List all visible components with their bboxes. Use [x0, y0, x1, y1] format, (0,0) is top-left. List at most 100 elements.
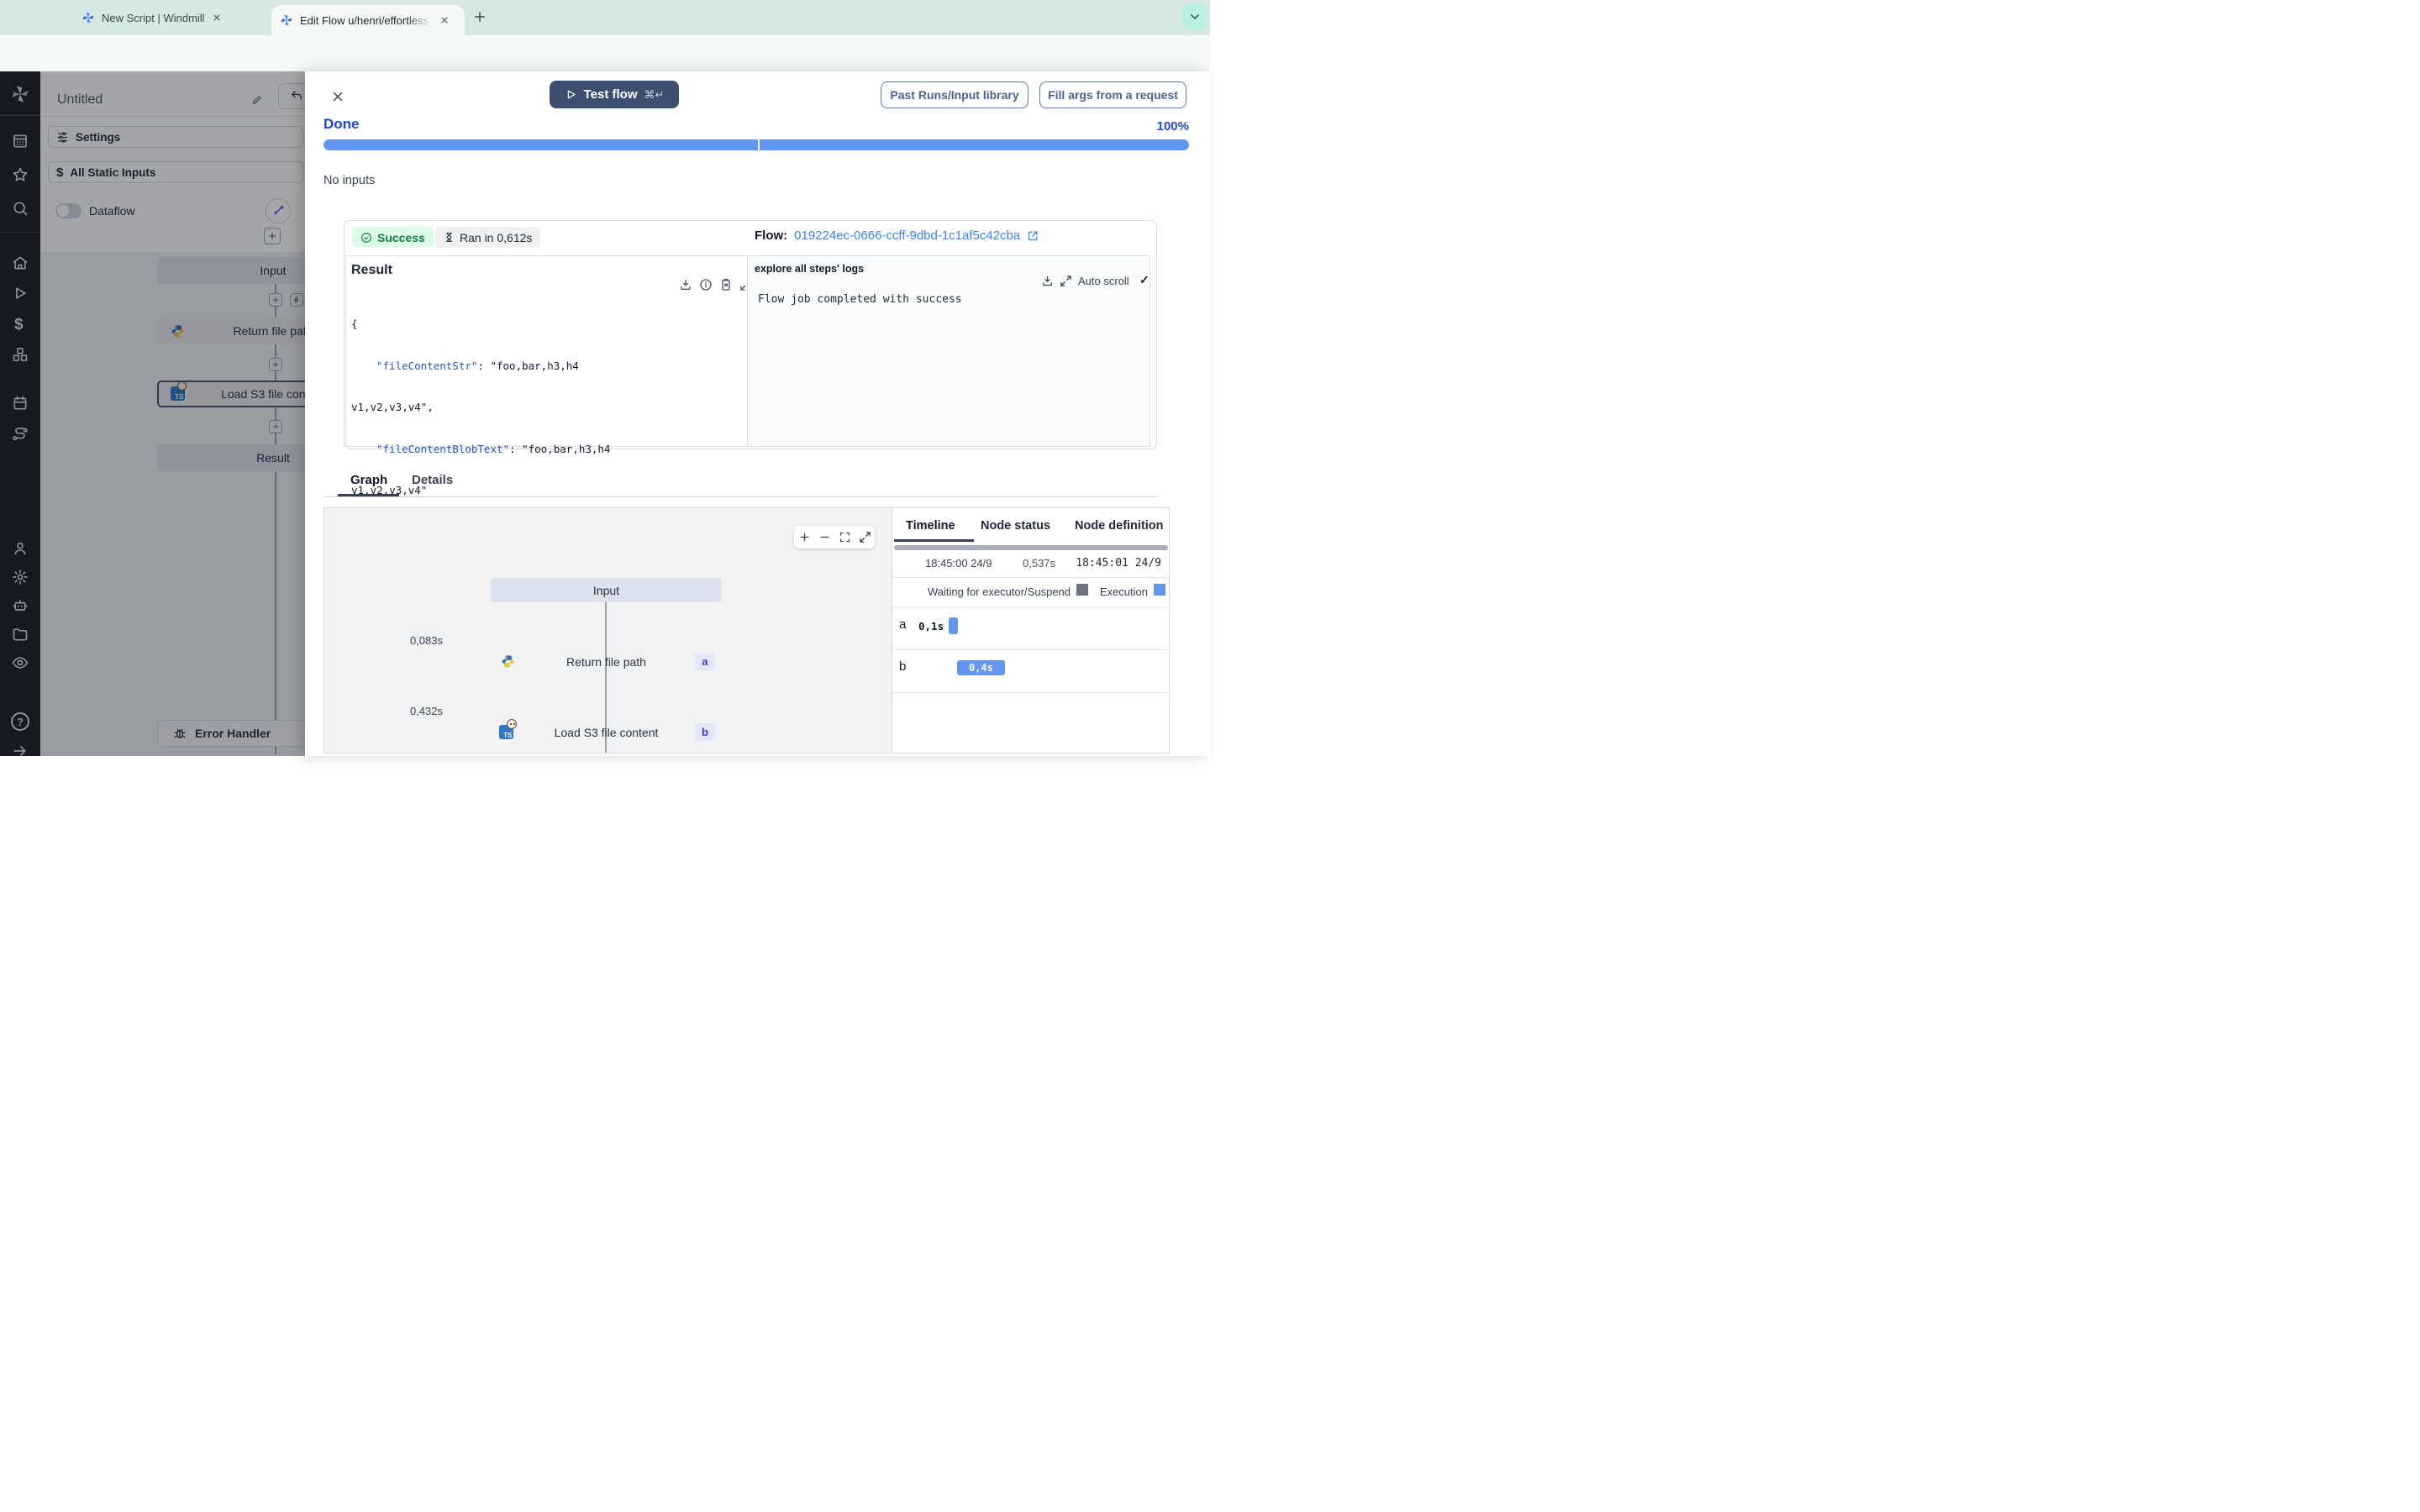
row-label: a — [899, 617, 907, 632]
typescript-icon: TS — [499, 719, 517, 739]
browser-tab-active[interactable]: Edit Flow u/henri/effortless_fl — [271, 5, 465, 35]
result-title: Result — [351, 263, 392, 277]
timeline-end-time: 18:45:01 24/9 — [1076, 557, 1161, 570]
settings-gear-icon[interactable] — [12, 569, 29, 585]
timeline-scrollbar[interactable] — [894, 545, 1168, 550]
button-label: Past Runs/Input library — [890, 88, 1019, 102]
schedules-calendar-icon[interactable] — [12, 395, 29, 412]
graph-node-input[interactable]: Input — [491, 578, 722, 602]
json-line: { — [351, 318, 358, 330]
copy-clipboard-icon[interactable] — [719, 278, 733, 291]
favorites-star-icon[interactable] — [12, 166, 29, 183]
browser-tab-strip: New Script | Windmill Edit Flow u/henri/… — [0, 0, 1210, 35]
routes-icon[interactable] — [12, 426, 29, 443]
collapse-arrow-icon[interactable] — [12, 743, 29, 759]
rail-divider — [0, 232, 40, 233]
download-logs-icon[interactable] — [1041, 275, 1054, 287]
row-label: b — [899, 659, 907, 674]
tab-timeline[interactable]: Timeline — [906, 519, 955, 533]
result-panes: Result { "fileContentStr": "foo,bar,h3,h… — [345, 255, 1150, 538]
row-divider — [892, 577, 1169, 578]
expand-logs-icon[interactable] — [1060, 275, 1072, 287]
badge-label: Ran in 0,612s — [460, 230, 533, 244]
tab-search-button[interactable] — [1181, 3, 1207, 29]
timeline-total-duration: 0,537s — [1023, 557, 1056, 570]
folders-icon[interactable] — [12, 626, 29, 643]
fill-args-button[interactable]: Fill args from a request — [1039, 81, 1186, 108]
badge-label: Success — [377, 230, 425, 244]
flow-id-row: Flow: 019224ec-0666-ccff-9dbd-1c1af5c42c… — [755, 228, 1039, 243]
run-status-text: Done — [324, 116, 360, 132]
flow-label: Flow: — [755, 228, 788, 243]
browser-tab-inactive[interactable]: New Script | Windmill — [73, 0, 266, 35]
play-icon — [567, 90, 576, 99]
python-icon — [502, 655, 514, 668]
info-icon[interactable] — [699, 278, 713, 291]
graph-node-step-a[interactable]: Return file path a — [491, 649, 722, 674]
chevron-down-icon — [1190, 13, 1199, 19]
rail-divider — [0, 115, 40, 116]
autoscroll-check-icon[interactable]: ✓ — [1139, 273, 1150, 287]
bun-icon — [507, 719, 517, 729]
run-graph-section: Input 0,083s Return file path a 0,432s T… — [324, 507, 1170, 753]
step-b-badge: b — [695, 723, 715, 741]
workers-robot-icon[interactable] — [12, 597, 29, 614]
search-icon[interactable] — [12, 200, 29, 217]
node-label: Return file path — [566, 654, 646, 669]
row-duration: 0,1s — [918, 620, 944, 633]
legend-waiting-swatch — [1076, 584, 1088, 596]
fit-view-icon[interactable] — [839, 531, 851, 543]
audit-eye-icon[interactable] — [12, 654, 29, 671]
external-link-icon[interactable] — [1027, 229, 1039, 242]
logs-title: explore all steps' logs — [755, 263, 865, 275]
zoom-out-icon[interactable] — [818, 531, 831, 543]
past-runs-button[interactable]: Past Runs/Input library — [881, 81, 1028, 108]
node-label: Input — [592, 583, 620, 597]
json-line: "fileContentBlobText": "foo,bar,h3,h4 — [376, 442, 611, 455]
step-b-duration: 0,432s — [409, 705, 443, 717]
tab-graph[interactable]: Graph — [350, 473, 387, 487]
users-person-icon[interactable] — [12, 540, 29, 557]
duration-badge: Ran in 0,612s — [435, 227, 541, 248]
test-flow-button[interactable]: Test flow ⌘↵ — [550, 81, 679, 108]
row-divider — [892, 649, 1169, 650]
flow-id-link[interactable]: 019224ec-0666-ccff-9dbd-1c1af5c42cba — [794, 228, 1020, 243]
resources-cubes-icon[interactable] — [12, 346, 29, 363]
shortcut-hint: ⌘↵ — [644, 87, 665, 101]
help-icon[interactable]: ? — [11, 712, 29, 731]
close-drawer-icon[interactable] — [330, 89, 345, 104]
progress-step-divider — [758, 139, 760, 150]
tab-close-icon[interactable] — [439, 15, 450, 25]
home-icon[interactable] — [12, 255, 29, 271]
run-graph-canvas[interactable]: Input 0,083s Return file path a 0,432s T… — [324, 508, 892, 753]
button-label: Fill args from a request — [1048, 88, 1178, 102]
legend-execution-swatch — [1154, 584, 1165, 596]
zoom-in-icon[interactable] — [798, 531, 811, 543]
graph-node-step-b[interactable]: TS Load S3 file content b — [491, 719, 722, 744]
tab-title: Edit Flow u/henri/effortless_fl — [300, 13, 433, 27]
result-card: Success Ran in 0,612s Flow: 019224ec-066… — [344, 220, 1157, 538]
result-pane: Result { "fileContentStr": "foo,bar,h3,h… — [346, 256, 752, 538]
active-tab-underline — [894, 539, 974, 542]
modal-dim-overlay[interactable] — [40, 71, 305, 756]
download-icon[interactable] — [679, 278, 692, 291]
execution-bar-a — [949, 617, 958, 634]
runs-play-icon[interactable] — [12, 285, 29, 302]
tab-node-definition[interactable]: Node definition — [1075, 519, 1164, 533]
fullscreen-icon[interactable] — [859, 531, 871, 543]
tab-close-icon[interactable] — [212, 13, 222, 23]
tab-details[interactable]: Details — [412, 473, 453, 487]
tab-baseline — [324, 496, 1158, 497]
autoscroll-label[interactable]: Auto scroll — [1078, 275, 1129, 287]
execution-bar-b: 0,4s — [957, 660, 1005, 675]
workspace-icon[interactable] — [12, 133, 29, 150]
log-output-text: Flow job completed with success — [758, 293, 962, 306]
variables-dollar-icon[interactable]: $ — [14, 316, 24, 334]
test-flow-drawer: Test flow ⌘↵ Past Runs/Input library Fil… — [305, 71, 1210, 756]
row-divider — [892, 692, 1169, 693]
run-progress-bar — [324, 139, 1189, 150]
new-tab-icon[interactable] — [472, 9, 487, 24]
json-line: "fileContentStr": "foo,bar,h3,h4 — [376, 359, 579, 372]
tab-node-status[interactable]: Node status — [981, 519, 1050, 533]
windmill-logo-icon[interactable] — [10, 84, 30, 104]
